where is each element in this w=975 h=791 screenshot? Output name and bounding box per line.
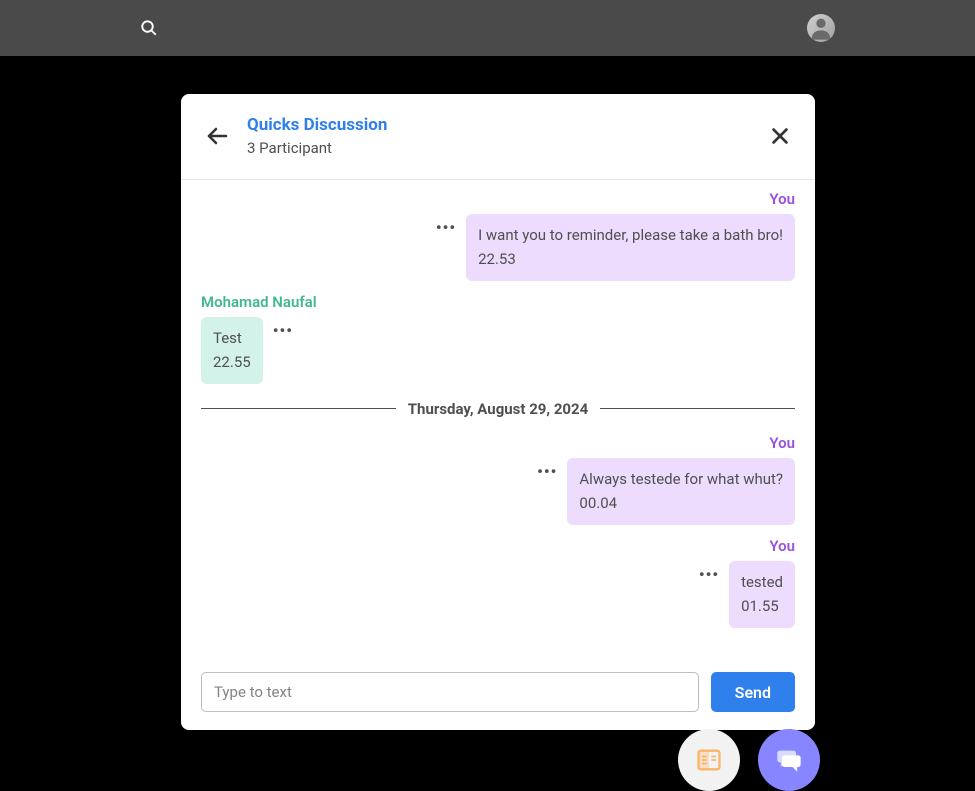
message-time: 01.55 bbox=[741, 595, 783, 618]
message-bubble: Test 22.55 bbox=[201, 317, 263, 384]
close-button[interactable] bbox=[769, 125, 791, 147]
message-bubble: Always testede for what whut? 00.04 bbox=[567, 458, 795, 525]
chat-panel: Quicks Discussion 3 Participant You ••• … bbox=[181, 94, 815, 730]
sender-label: Mohamad Naufal bbox=[201, 293, 317, 311]
sender-label: You bbox=[769, 537, 795, 555]
message-text: tested bbox=[741, 573, 783, 591]
chat-title: Quicks Discussion bbox=[247, 114, 751, 138]
more-horizontal-icon[interactable]: ••• bbox=[535, 460, 559, 484]
message-text: Always testede for what whut? bbox=[579, 470, 783, 488]
send-button[interactable]: Send bbox=[711, 672, 795, 712]
message-time: 22.53 bbox=[478, 248, 783, 271]
top-bar bbox=[0, 0, 975, 56]
message-input[interactable] bbox=[201, 672, 699, 712]
message-bubble: tested 01.55 bbox=[729, 561, 795, 628]
message-row: ••• tested 01.55 bbox=[697, 561, 795, 628]
message-row: ••• I want you to reminder, please take … bbox=[434, 214, 795, 281]
message-time: 00.04 bbox=[579, 492, 783, 515]
task-fab[interactable] bbox=[678, 729, 740, 791]
more-horizontal-icon[interactable]: ••• bbox=[271, 319, 295, 343]
messages-scroll[interactable]: You ••• I want you to reminder, please t… bbox=[181, 180, 815, 656]
message-group: Mohamad Naufal Test 22.55 ••• bbox=[201, 293, 795, 384]
sender-label: You bbox=[769, 190, 795, 208]
date-divider: Thursday, August 29, 2024 bbox=[201, 400, 795, 418]
message-row: ••• Always testede for what whut? 00.04 bbox=[535, 458, 795, 525]
search-icon[interactable] bbox=[140, 19, 158, 37]
chat-fab[interactable] bbox=[758, 729, 820, 791]
message-time: 22.55 bbox=[213, 351, 251, 374]
message-group: You ••• I want you to reminder, please t… bbox=[201, 190, 795, 281]
message-text: I want you to reminder, please take a ba… bbox=[478, 226, 783, 244]
chat-subtitle: 3 Participant bbox=[247, 138, 751, 159]
divider-line bbox=[201, 408, 396, 409]
date-text: Thursday, August 29, 2024 bbox=[408, 400, 588, 418]
input-row: Send bbox=[181, 656, 815, 730]
message-group: You ••• Always testede for what whut? 00… bbox=[201, 434, 795, 525]
message-group: You ••• tested 01.55 bbox=[201, 537, 795, 628]
divider-line bbox=[600, 408, 795, 409]
more-horizontal-icon[interactable]: ••• bbox=[434, 216, 458, 240]
message-text: Test bbox=[213, 329, 242, 347]
chat-header-text: Quicks Discussion 3 Participant bbox=[247, 114, 751, 159]
message-row: Test 22.55 ••• bbox=[201, 317, 295, 384]
more-horizontal-icon[interactable]: ••• bbox=[697, 563, 721, 587]
fab-row bbox=[678, 729, 820, 791]
avatar[interactable] bbox=[807, 14, 835, 42]
chat-header: Quicks Discussion 3 Participant bbox=[181, 94, 815, 180]
message-bubble: I want you to reminder, please take a ba… bbox=[466, 214, 795, 281]
sender-label: You bbox=[769, 434, 795, 452]
back-button[interactable] bbox=[205, 124, 229, 148]
